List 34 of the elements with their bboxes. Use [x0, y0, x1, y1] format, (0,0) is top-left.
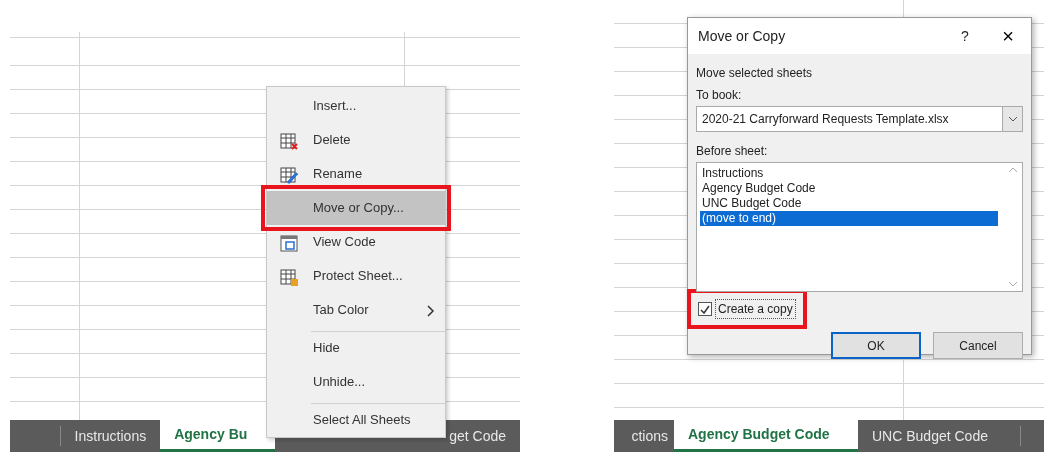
list-item[interactable]: Agency Budget Code	[700, 181, 998, 196]
dialog-heading: Move selected sheets	[696, 65, 814, 82]
close-button[interactable]: ×	[985, 21, 1031, 51]
sheet-tab[interactable]: UNC Budget Code	[858, 420, 1020, 452]
book-dropdown[interactable]: 2020-21 Carryforward Requests Template.xlsx	[696, 106, 1023, 132]
scroll-up-icon	[1008, 167, 1018, 173]
checkmark-icon	[700, 304, 710, 314]
to-book-label: To book:	[696, 87, 743, 104]
view-code-icon	[280, 234, 298, 253]
dialog-button[interactable]: Cancel	[933, 332, 1023, 359]
rename-icon	[280, 166, 298, 185]
checkbox-label: Create a copy	[715, 299, 796, 319]
list-item[interactable]: UNC Budget Code	[700, 196, 998, 211]
menu-item[interactable]: View Code	[267, 225, 445, 259]
chevron-down-icon	[1007, 116, 1018, 122]
sheet-tab[interactable]: Instructions	[60, 420, 161, 452]
menu-item[interactable]: Tab Color	[267, 293, 445, 327]
menu-item[interactable]: Protect Sheet...	[267, 259, 445, 293]
menu-item[interactable]: Rename	[267, 157, 445, 191]
menu-item[interactable]: Insert...	[267, 89, 445, 123]
sheet-tab[interactable]: Agency Bu	[160, 420, 276, 452]
before-sheet-label: Before sheet:	[696, 143, 769, 160]
help-button[interactable]: ?	[945, 25, 985, 47]
scroll-down-icon	[1008, 281, 1018, 287]
list-item[interactable]: Instructions	[700, 166, 998, 181]
sheet-tab[interactable]: Agency Budget Code	[674, 420, 858, 452]
dialog-title: Move or Copy	[698, 26, 786, 46]
checkbox[interactable]	[698, 302, 712, 316]
list-item[interactable]: (move to end)	[700, 211, 998, 226]
delete-icon	[280, 132, 298, 151]
sheet-tab[interactable]: ctions	[614, 420, 674, 452]
menu-item[interactable]: Delete	[267, 123, 445, 157]
dialog-button[interactable]: OK	[831, 332, 921, 359]
menu-item[interactable]: Unhide...	[267, 365, 445, 399]
